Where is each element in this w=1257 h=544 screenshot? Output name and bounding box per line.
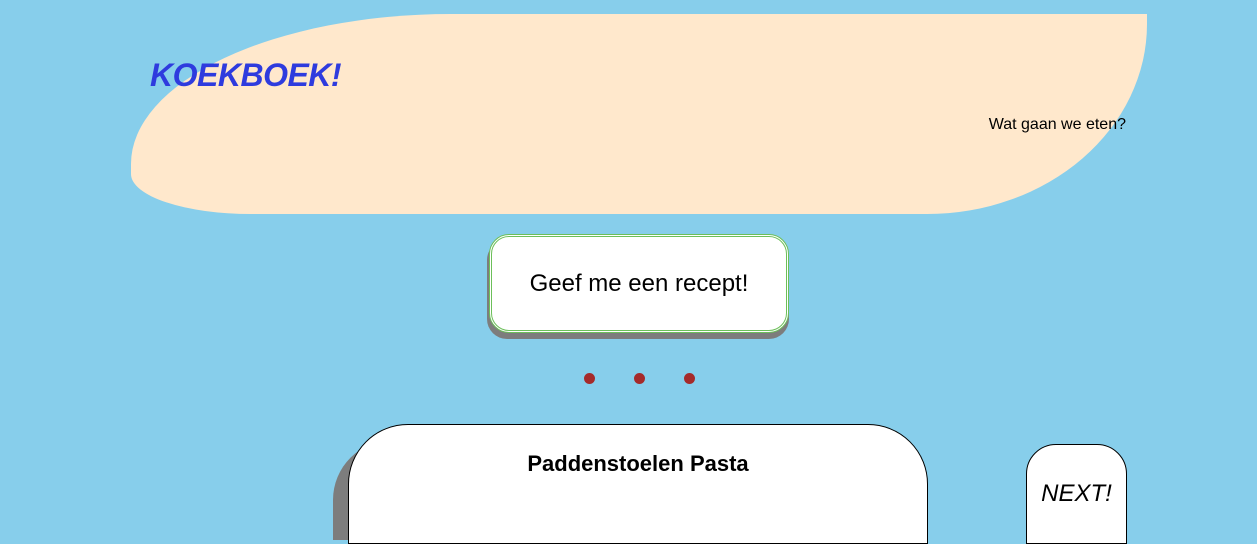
loading-dot [684,373,695,384]
next-button[interactable]: NEXT! [1026,444,1127,544]
recipe-card: Paddenstoelen Pasta [348,424,928,544]
recipe-title: Paddenstoelen Pasta [527,451,749,476]
loading-dot [584,373,595,384]
header-banner [131,14,1147,214]
loading-dot [634,373,645,384]
get-recipe-button[interactable]: Geef me een recept! [489,234,789,333]
next-button-label: NEXT! [1041,480,1112,507]
site-tagline: Wat gaan we eten? [988,116,1126,133]
site-title: KOEKBOEK! [150,57,342,93]
